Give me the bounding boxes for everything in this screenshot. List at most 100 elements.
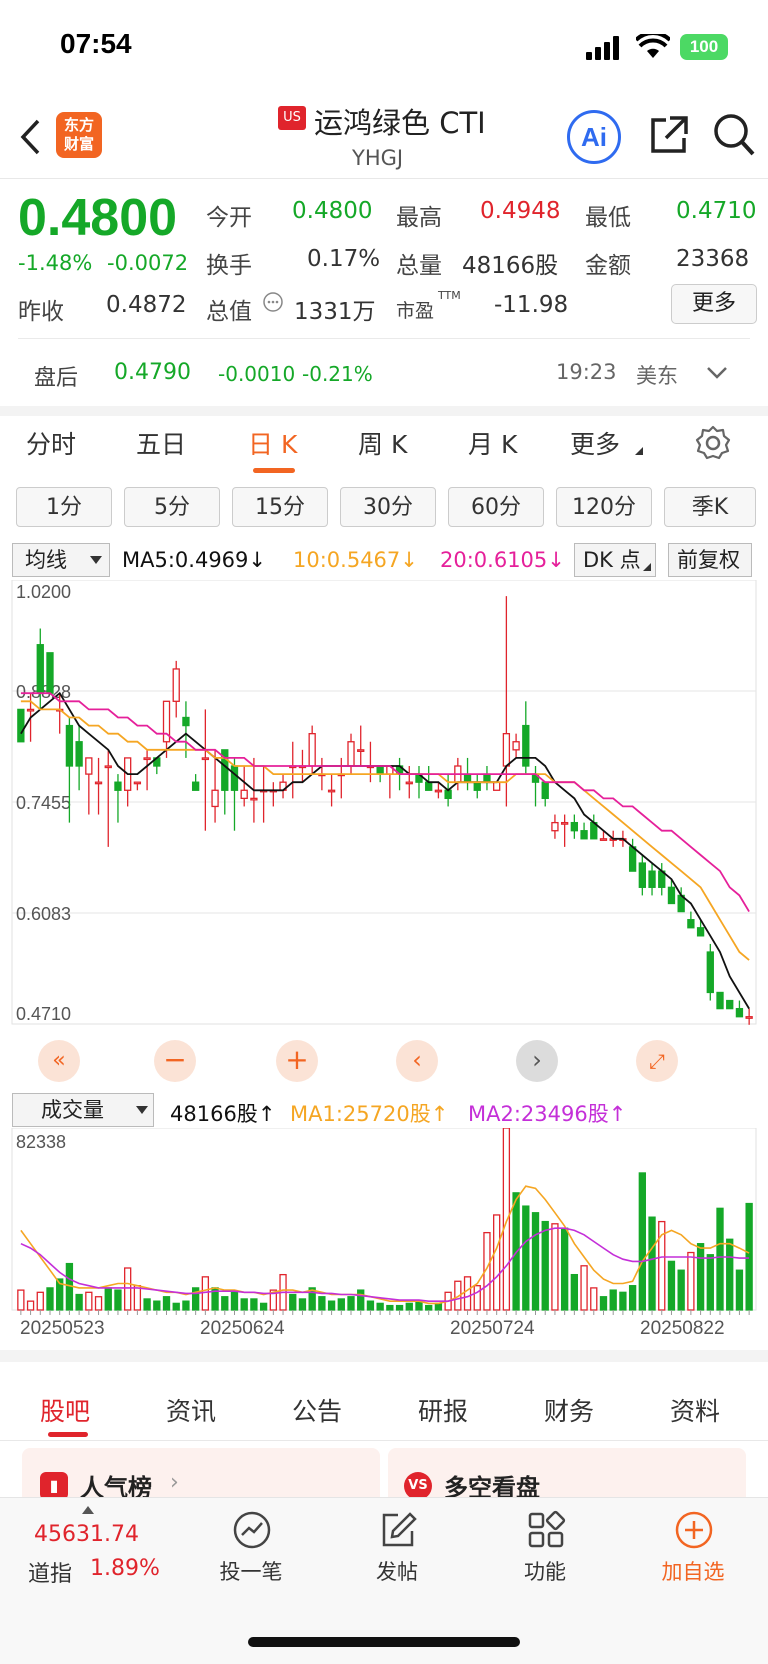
volume-bar xyxy=(667,1260,676,1311)
nav-add-watchlist[interactable]: 加自选 xyxy=(648,1556,738,1586)
tab-news[interactable]: 资讯 xyxy=(166,1392,216,1428)
zoom-in-button[interactable]: + xyxy=(276,1040,318,1082)
volume-bar xyxy=(357,1289,365,1311)
scroll-right-button[interactable]: › xyxy=(516,1040,558,1082)
pe-ttm-sup: TTM xyxy=(438,289,461,302)
grid-icon[interactable] xyxy=(526,1510,566,1550)
index-percent: 1.89% xyxy=(90,1556,160,1581)
interval-1min[interactable]: 1分 xyxy=(16,487,112,527)
current-price: 0.4800 xyxy=(18,189,178,247)
candle xyxy=(65,724,74,767)
volume-bar xyxy=(347,1296,355,1311)
candle xyxy=(735,1007,744,1018)
tab-daily-k[interactable]: 日 K xyxy=(248,425,297,461)
turnover-value: 0.17% xyxy=(307,246,381,272)
fullscreen-button[interactable]: ⤢ xyxy=(636,1040,678,1082)
triangle-icon xyxy=(635,447,643,455)
back-icon[interactable] xyxy=(18,118,42,156)
share-icon[interactable] xyxy=(648,114,690,156)
compose-icon[interactable] xyxy=(378,1510,418,1550)
active-tab-indicator xyxy=(48,1432,88,1437)
after-hours-change: -0.0010 xyxy=(218,362,296,386)
trend-icon[interactable] xyxy=(232,1510,272,1550)
interval-quarter-k[interactable]: 季K xyxy=(664,487,756,527)
volume-bar xyxy=(124,1267,132,1311)
tab-intraday[interactable]: 分时 xyxy=(26,425,76,461)
prev-close-label: 昨收 xyxy=(18,299,64,325)
tab-guba[interactable]: 股吧 xyxy=(40,1392,90,1428)
candle xyxy=(201,757,210,761)
vs-icon: VS xyxy=(404,1472,432,1500)
tab-weekly-k[interactable]: 周 K xyxy=(358,425,407,461)
chevron-down-icon[interactable] xyxy=(706,366,728,380)
market-cap-label: 总值 xyxy=(206,299,252,325)
x-tick-label: 20250724 xyxy=(450,1318,535,1339)
tab-more[interactable]: 更多 xyxy=(570,425,620,461)
more-quote-button[interactable]: 更多 xyxy=(671,284,757,324)
volume-value: 48166股↑ xyxy=(170,1102,276,1126)
scroll-left-button[interactable]: ‹ xyxy=(396,1040,438,1082)
add-circle-icon[interactable] xyxy=(674,1510,714,1550)
ai-button[interactable]: Ai xyxy=(567,110,621,164)
zoom-out-button[interactable]: − xyxy=(154,1040,196,1082)
tab-research[interactable]: 研报 xyxy=(418,1392,468,1428)
interval-15min[interactable]: 15分 xyxy=(232,487,328,527)
adjust-button[interactable]: 前复权 xyxy=(668,543,752,577)
gear-icon[interactable] xyxy=(694,424,732,462)
y-tick-label: 0.4710 xyxy=(16,1004,71,1024)
low-label: 最低 xyxy=(585,205,631,231)
volume-select[interactable]: 成交量 xyxy=(12,1093,154,1127)
candle xyxy=(726,999,734,1010)
volume-bar xyxy=(36,1291,44,1311)
nav-invest[interactable]: 投一笔 xyxy=(206,1556,296,1586)
tab-monthly-k[interactable]: 月 K xyxy=(468,425,517,461)
home-indicator xyxy=(248,1637,520,1647)
candle xyxy=(483,773,491,783)
volume-bar xyxy=(143,1298,151,1311)
interval-5min[interactable]: 5分 xyxy=(124,487,220,527)
nav-functions[interactable]: 功能 xyxy=(500,1556,590,1586)
candle xyxy=(376,765,384,775)
scroll-start-button[interactable]: « xyxy=(38,1040,80,1082)
volume-bar xyxy=(405,1302,413,1311)
candle xyxy=(473,781,481,791)
volume-bar xyxy=(570,1273,579,1311)
tab-announcements[interactable]: 公告 xyxy=(292,1392,342,1428)
volume-chart[interactable]: 82338 20250523 20250624 20250724 20250822 xyxy=(0,1128,768,1340)
volume-bar xyxy=(745,1202,753,1311)
interval-30min[interactable]: 30分 xyxy=(340,487,436,527)
candle xyxy=(230,765,239,791)
candle xyxy=(94,781,103,785)
info-icon[interactable] xyxy=(262,291,284,313)
vol-ma1-value: MA1:25720股↑ xyxy=(290,1102,449,1126)
candle xyxy=(628,846,637,872)
candle xyxy=(114,781,122,791)
volume-bar xyxy=(298,1298,307,1311)
candle xyxy=(493,781,501,791)
interval-60min[interactable]: 60分 xyxy=(448,487,544,527)
tab-five-day[interactable]: 五日 xyxy=(136,425,186,461)
candle xyxy=(541,781,549,800)
tab-finance[interactable]: 财务 xyxy=(544,1392,594,1428)
candle xyxy=(687,919,695,929)
candle xyxy=(716,991,724,1010)
candle xyxy=(36,644,44,694)
candle xyxy=(17,708,25,743)
candle xyxy=(26,708,35,712)
candlestick-chart[interactable]: 1.02000.88280.74550.60830.4710 xyxy=(0,580,768,1090)
nav-post[interactable]: 发帖 xyxy=(352,1556,442,1586)
volume-label: 总量 xyxy=(396,253,442,279)
candle xyxy=(182,716,190,727)
tab-profile[interactable]: 资料 xyxy=(670,1392,720,1428)
candle xyxy=(706,951,714,994)
candle xyxy=(133,781,142,785)
search-icon[interactable] xyxy=(712,112,756,158)
candle xyxy=(560,821,569,825)
candle xyxy=(405,781,413,785)
index-value[interactable]: 45631.74 xyxy=(34,1522,139,1547)
volume-bar xyxy=(230,1291,239,1311)
interval-120min[interactable]: 120分 xyxy=(556,487,652,527)
x-tick-label: 20250624 xyxy=(200,1318,285,1339)
volume-bar xyxy=(376,1302,384,1311)
low-value: 0.4710 xyxy=(676,198,757,224)
